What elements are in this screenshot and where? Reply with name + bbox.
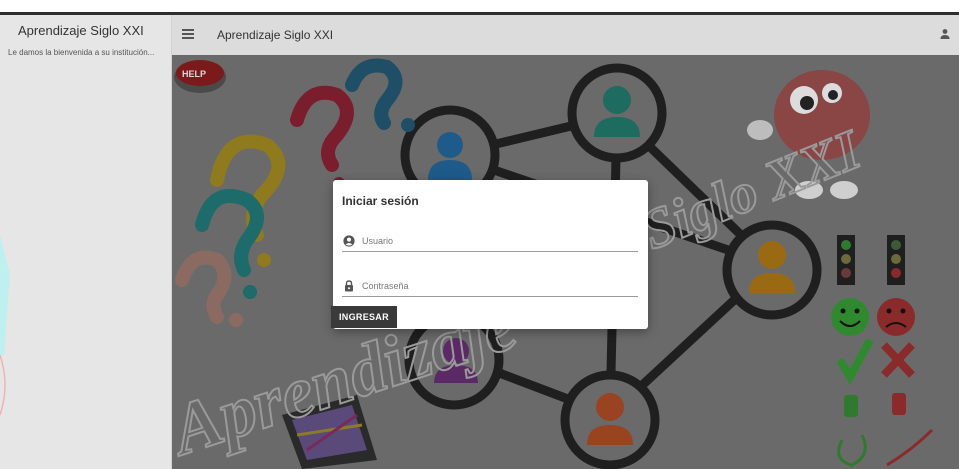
lock-icon [345,280,353,292]
account-circle-icon [343,235,355,247]
sidebar-title: Aprendizaje Siglo XXI [18,23,144,38]
cross-mark-icon [881,342,915,378]
menu-icon[interactable] [182,27,196,41]
username-field[interactable] [342,232,638,252]
login-dialog: Iniciar sesión INGRESAR [331,180,648,329]
app-title: Aprendizaje Siglo XXI [217,28,334,42]
sad-face-icon [877,298,915,336]
top-strip [0,0,959,12]
thumbs-down-icon [892,393,906,415]
username-input[interactable] [362,233,632,249]
password-field[interactable] [342,277,638,297]
traffic-light-icon [887,235,905,285]
user-icon[interactable] [939,28,951,40]
decorative-shape [0,235,10,355]
traffic-light-icon [837,235,855,285]
decorative-shape [0,354,6,416]
help-label: HELP [182,69,206,79]
login-title: Iniciar sesión [342,194,419,208]
thumbs-up-icon [844,395,858,417]
sidebar-welcome-text: Le damos la bienvenida a su institución.… [8,48,155,57]
login-submit-button[interactable]: INGRESAR [331,306,397,328]
check-mark-icon [836,338,874,386]
app-bar: Aprendizaje Siglo XXI [172,15,959,55]
password-input[interactable] [362,278,632,294]
happy-face-icon [831,298,869,336]
sidebar: Aprendizaje Siglo XXI Le damos la bienve… [0,15,172,469]
